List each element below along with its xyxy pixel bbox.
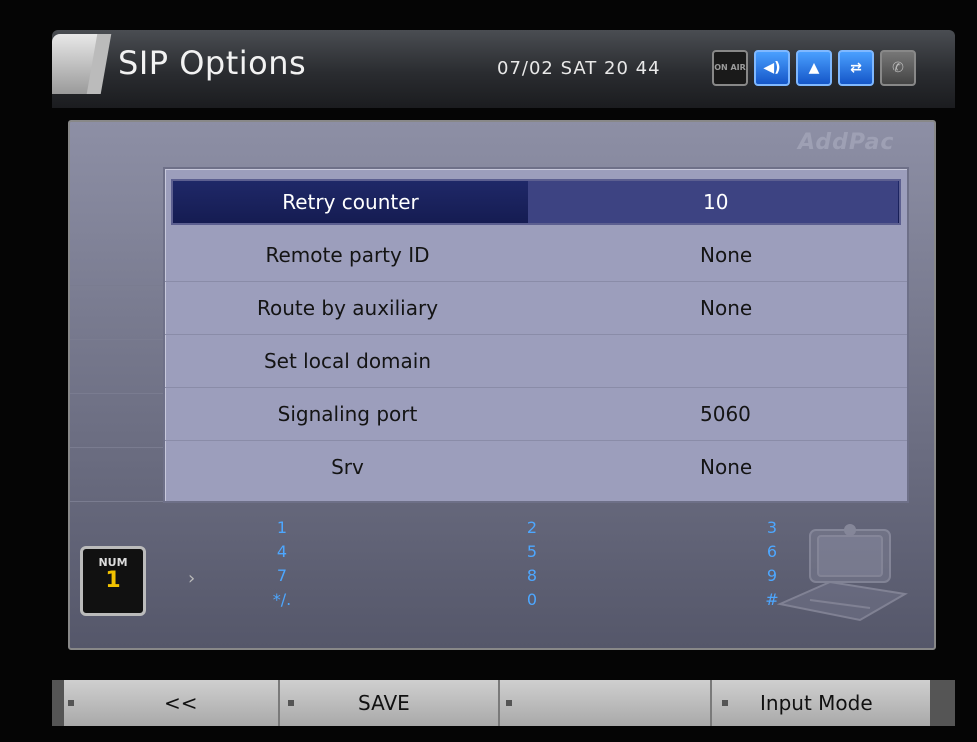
- menu-item-label: Retry counter: [282, 190, 419, 214]
- menu-item-label: Remote party ID: [265, 243, 430, 267]
- input-mode-button-label: Input Mode: [760, 691, 873, 715]
- menu-item-label: Srv: [331, 455, 364, 479]
- softkey-bar-edge: [930, 680, 955, 726]
- menu-row-srv[interactable]: Srv None: [165, 441, 907, 493]
- menu-item-label: Route by auxiliary: [256, 296, 439, 320]
- keypad-key: 8: [526, 566, 538, 585]
- softkey-marker-icon: [722, 700, 728, 706]
- empty-softkey[interactable]: [506, 680, 710, 726]
- status-icons: ON AIR ◀) ▲ ⇄ ✆: [712, 50, 916, 90]
- menu-item-value: 5060: [700, 402, 751, 426]
- menu-item-label: Signaling port: [277, 402, 418, 426]
- divider: [498, 680, 500, 726]
- divider: [278, 680, 280, 726]
- menu-item-value: None: [700, 455, 753, 479]
- menu-row-signaling-port[interactable]: Signaling port 5060: [165, 388, 907, 441]
- back-button[interactable]: <<: [68, 680, 278, 726]
- video-phone-icon: [776, 524, 908, 622]
- screen: SIP Options 07/02 SAT 20 44 ON AIR ◀) ▲ …: [0, 0, 977, 742]
- menu-row-retry-counter[interactable]: Retry counter 10: [171, 179, 901, 225]
- keypad-key: 7: [276, 566, 288, 585]
- menu-item-value: 10: [528, 181, 898, 223]
- softkey-marker-icon: [68, 700, 74, 706]
- menu-item-label: Set local domain: [263, 349, 432, 373]
- date-time: 07/02 SAT 20 44: [497, 58, 661, 79]
- options-menu: Retry counter 10 Remote party ID None Ro…: [163, 167, 909, 503]
- menu-item-value: None: [700, 243, 753, 267]
- menu-item-value: None: [700, 296, 753, 320]
- input-mode-button[interactable]: Input Mode: [722, 680, 930, 726]
- network-icon: ⇄: [838, 50, 874, 86]
- user-icon: ▲: [796, 50, 832, 86]
- save-button[interactable]: SAVE: [288, 680, 498, 726]
- menu-row-set-local-domain[interactable]: Set local domain: [165, 335, 907, 388]
- left-stripes: [70, 232, 164, 502]
- back-button-label: <<: [164, 691, 198, 715]
- keypad-key: 4: [276, 542, 288, 561]
- save-button-label: SAVE: [358, 691, 410, 715]
- page-title: SIP Options: [118, 44, 307, 82]
- brand-logo: AddPac: [798, 130, 895, 155]
- handset-icon: ✆: [880, 50, 916, 86]
- keypad-key: 2: [526, 518, 538, 537]
- keypad-key: 1: [276, 518, 288, 537]
- speaker-icon: ◀): [754, 50, 790, 86]
- divider: [710, 680, 712, 726]
- softkey-bar-edge: [52, 680, 64, 726]
- menu-row-route-by-auxiliary[interactable]: Route by auxiliary None: [165, 282, 907, 335]
- input-mode-indicator: NUM 1: [80, 546, 146, 616]
- keypad-key: 5: [526, 542, 538, 561]
- keypad-key: */.: [272, 590, 292, 609]
- input-mode-number: 1: [105, 568, 121, 593]
- keypad-key: 0: [526, 590, 538, 609]
- keypad-column-2: 2 5 8 0: [517, 516, 547, 612]
- softkey-marker-icon: [506, 700, 512, 706]
- keypad-column-1: 1 4 7 */.: [267, 516, 297, 612]
- chevron-right-icon: ›: [188, 568, 196, 589]
- softkey-marker-icon: [288, 700, 294, 706]
- menu-row-remote-party-id[interactable]: Remote party ID None: [165, 229, 907, 282]
- on-air-icon: ON AIR: [712, 50, 748, 86]
